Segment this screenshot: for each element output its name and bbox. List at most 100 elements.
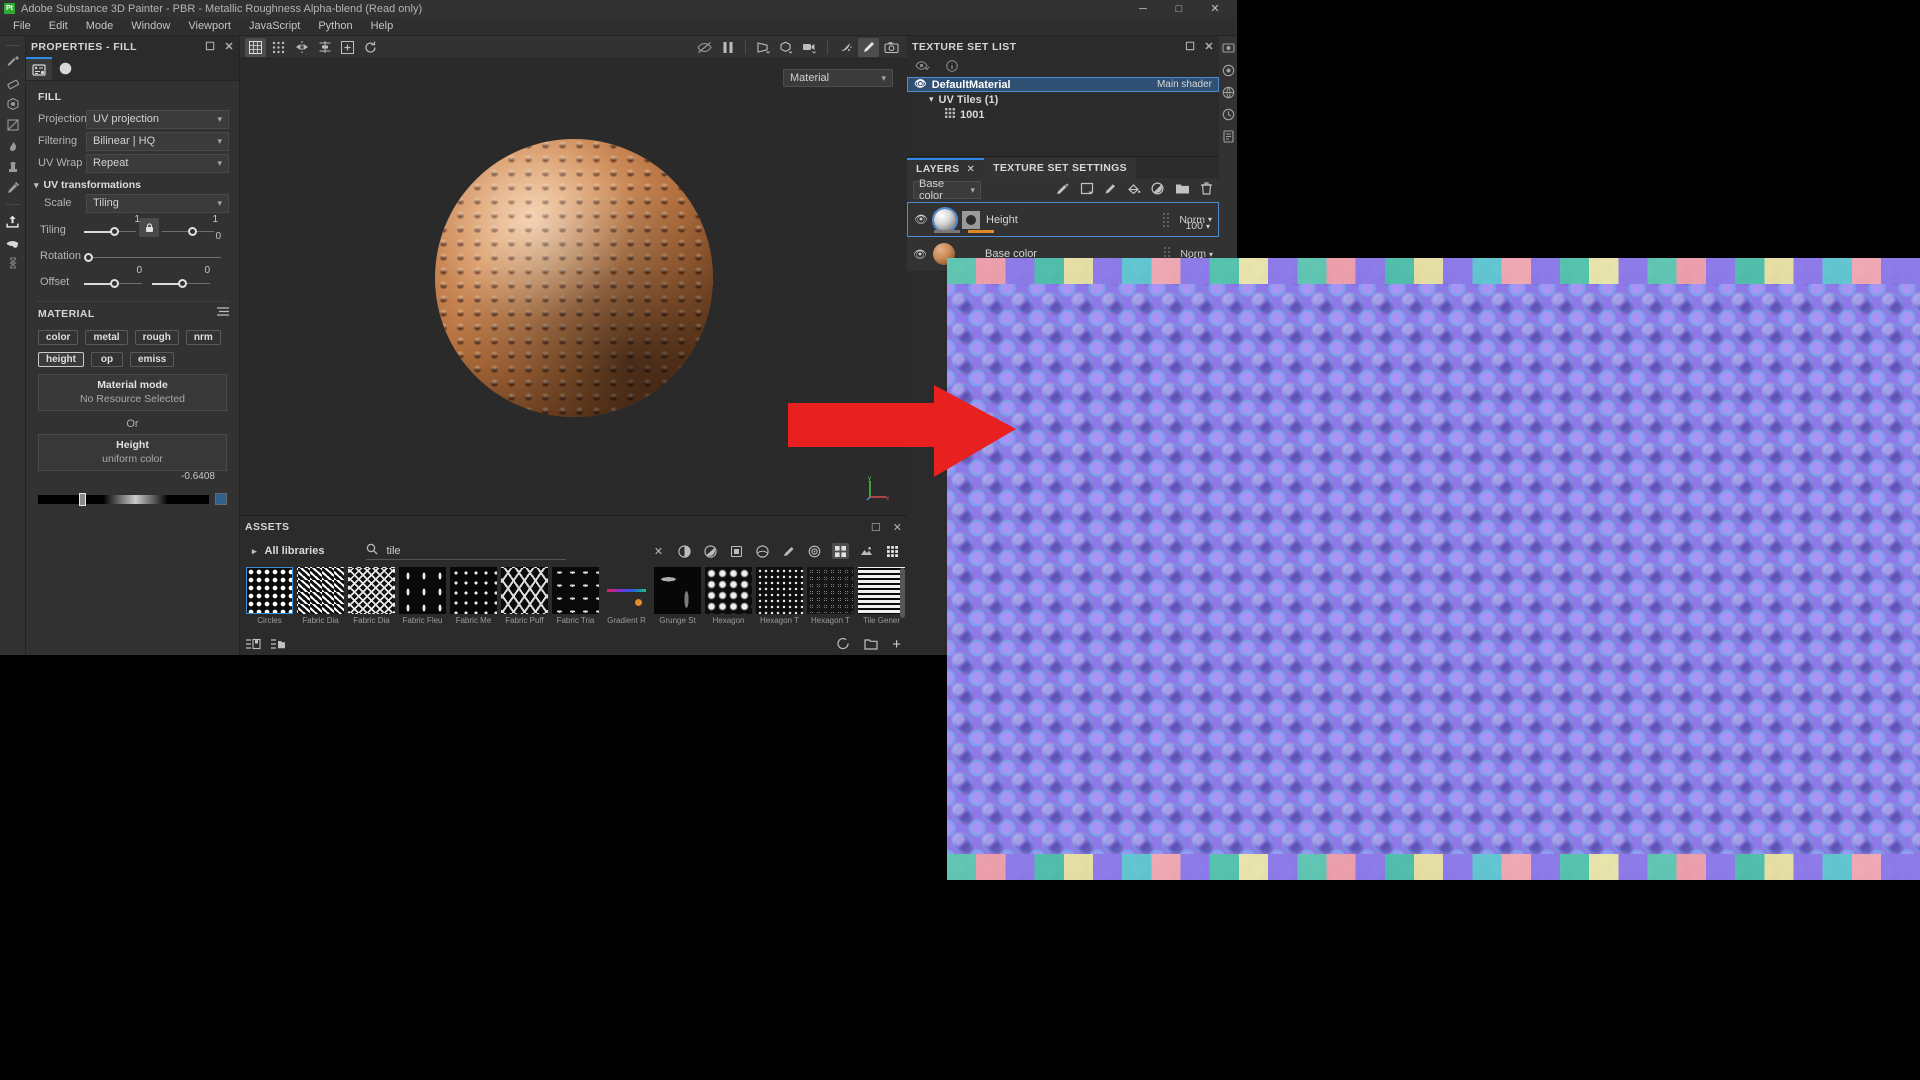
hourglass-tool-icon[interactable] xyxy=(2,253,24,273)
symmetry-plane-icon[interactable] xyxy=(314,38,335,57)
menu-viewport[interactable]: Viewport xyxy=(179,17,240,36)
screenshot-icon[interactable] xyxy=(881,38,902,57)
channel-chip-op[interactable]: op xyxy=(91,352,123,367)
menu-window[interactable]: Window xyxy=(122,17,179,36)
slider-knob[interactable] xyxy=(110,227,119,236)
channel-selector[interactable]: Base color ▾ xyxy=(913,181,981,199)
add-fill-icon[interactable] xyxy=(1127,182,1141,198)
menu-edit[interactable]: Edit xyxy=(40,17,77,36)
asset-thumbnail[interactable]: Fabric Me xyxy=(450,567,497,635)
particles-icon[interactable] xyxy=(835,38,856,57)
new-folder-icon[interactable] xyxy=(864,638,878,653)
geometry-decal-tool-icon[interactable] xyxy=(2,115,24,135)
visibility-all-icon[interactable] xyxy=(915,60,930,74)
materials-filter-icon[interactable] xyxy=(676,543,693,559)
texture-set-row-1001[interactable]: 1001 xyxy=(907,107,1219,122)
brushes-filter-icon[interactable] xyxy=(780,543,797,559)
pause-engine-icon[interactable] xyxy=(717,38,738,57)
uv-wrap-select[interactable]: Repeat ▾ xyxy=(86,154,229,173)
offset-u-slider[interactable]: 0 xyxy=(84,269,142,291)
clone-stamp-tool-icon[interactable] xyxy=(2,157,24,177)
list-options-icon[interactable] xyxy=(217,307,229,321)
symmetry-icon[interactable] xyxy=(291,38,312,57)
tiling-v-slider[interactable]: 1 xyxy=(162,217,214,239)
log-icon[interactable] xyxy=(1220,128,1236,144)
layer-drag-handle[interactable] xyxy=(1162,212,1171,228)
tiling-lock-button[interactable] xyxy=(139,218,159,237)
grid-view-icon[interactable] xyxy=(832,543,849,559)
hide-display-icon[interactable] xyxy=(694,38,715,57)
view-3d-icon[interactable] xyxy=(776,38,797,57)
channel-chip-height[interactable]: height xyxy=(38,352,84,367)
gradient-knob[interactable] xyxy=(79,493,86,506)
add-paint-layer-icon[interactable] xyxy=(1104,182,1117,198)
eye-icon[interactable]: 👁 xyxy=(914,79,927,90)
alphas-filter-icon[interactable] xyxy=(728,543,745,559)
asset-thumbnail[interactable]: Hexagon T xyxy=(807,567,854,635)
asset-thumbnail[interactable]: Fabric Tria xyxy=(552,567,599,635)
height-resource-button[interactable]: Height uniform color xyxy=(38,434,227,471)
add-icon[interactable]: + xyxy=(892,639,901,651)
layer-row[interactable]: 👁 Height Norm ▾ 100 ▾ xyxy=(907,202,1219,237)
menu-python[interactable]: Python xyxy=(309,17,361,36)
filtering-select[interactable]: Bilinear | HQ ▾ xyxy=(86,132,229,151)
channel-chip-emiss[interactable]: emiss xyxy=(130,352,174,367)
material-mode-button[interactable]: Material mode No Resource Selected xyxy=(38,374,227,411)
menu-mode[interactable]: Mode xyxy=(77,17,123,36)
smart-materials-filter-icon[interactable] xyxy=(702,543,719,559)
undock-icon[interactable]: ☐ xyxy=(205,40,215,53)
add-quick-mask-icon[interactable] xyxy=(337,38,358,57)
particles-filter-icon[interactable] xyxy=(806,543,823,559)
history-icon[interactable] xyxy=(1220,106,1236,122)
add-fill-layer-icon[interactable] xyxy=(1080,182,1094,198)
shading-tab[interactable] xyxy=(52,57,78,80)
assets-search-input[interactable] xyxy=(386,545,566,557)
close-icon[interactable]: ✕ xyxy=(224,40,234,53)
asset-thumbnail[interactable]: Fabric Puff xyxy=(501,567,548,635)
asset-thumbnail[interactable]: Grunge St xyxy=(654,567,701,635)
asset-thumbnail[interactable]: Tile Gener xyxy=(858,567,905,635)
rotation-slider[interactable]: 0 xyxy=(84,243,221,265)
paint-icon[interactable] xyxy=(858,38,879,57)
menu-javascript[interactable]: JavaScript xyxy=(240,17,309,36)
toggle-grid-icon[interactable] xyxy=(245,38,266,57)
layer-thumbnail[interactable] xyxy=(934,209,956,231)
slider-knob[interactable] xyxy=(110,279,119,288)
asset-thumbnail[interactable]: Circles xyxy=(246,567,293,635)
layer-opacity[interactable]: 100 ▾ xyxy=(1185,220,1210,232)
export-tool-icon[interactable] xyxy=(2,211,24,231)
asset-thumbnail[interactable]: Hexagon T xyxy=(756,567,803,635)
environments-filter-icon[interactable] xyxy=(858,543,875,559)
display-settings-icon[interactable] xyxy=(1220,40,1236,56)
height-gradient-slider[interactable] xyxy=(38,495,209,504)
projection-tool-icon[interactable] xyxy=(2,94,24,114)
undock-icon[interactable]: ☐ xyxy=(1185,40,1195,53)
projection-select[interactable]: UV projection ▾ xyxy=(86,110,229,129)
undock-icon[interactable]: ☐ xyxy=(871,521,881,534)
assets-search[interactable] xyxy=(366,542,566,560)
close-icon[interactable]: ✕ xyxy=(1204,40,1214,53)
eye-icon[interactable]: 👁 xyxy=(913,248,927,261)
channel-chip-metal[interactable]: metal xyxy=(85,330,127,345)
assets-scrollbar[interactable] xyxy=(900,568,905,618)
add-effect-icon[interactable] xyxy=(1056,182,1070,198)
thumbnail-size-icon[interactable] xyxy=(884,543,901,559)
texture-set-row-defaultmaterial[interactable]: 👁 DefaultMaterial Main shader xyxy=(907,77,1219,92)
smudge-tool-icon[interactable] xyxy=(2,136,24,156)
camera-view-icon[interactable] xyxy=(799,38,820,57)
add-smart-material-icon[interactable] xyxy=(1151,182,1165,198)
history-reset-icon[interactable] xyxy=(360,38,381,57)
tab-texture-set-settings[interactable]: TEXTURE SET SETTINGS xyxy=(984,158,1136,178)
eye-icon[interactable]: 👁 xyxy=(914,213,928,226)
menu-help[interactable]: Help xyxy=(362,17,403,36)
properties-tab[interactable] xyxy=(26,57,52,80)
chevron-down-icon[interactable]: ▾ xyxy=(929,94,934,105)
close-button[interactable]: ✕ xyxy=(1197,0,1233,17)
menu-file[interactable]: File xyxy=(4,17,40,36)
folder-view-icon[interactable] xyxy=(271,638,286,653)
uv-transformations-group-header[interactable]: ▾ UV transformations xyxy=(26,175,239,193)
tab-layers[interactable]: LAYERS ✕ xyxy=(907,158,984,178)
color-picker-tool-icon[interactable] xyxy=(2,178,24,198)
eraser-tool-icon[interactable] xyxy=(2,73,24,93)
close-icon[interactable]: ✕ xyxy=(966,164,975,175)
